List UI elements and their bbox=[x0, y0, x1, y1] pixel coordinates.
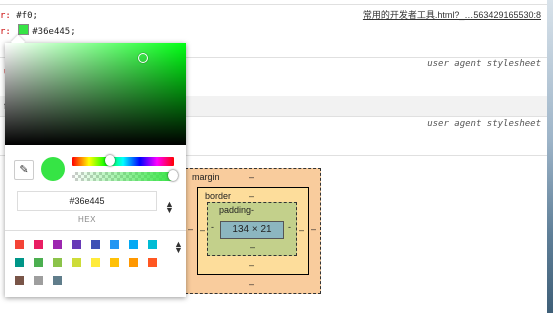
palette-swatch[interactable] bbox=[110, 258, 119, 267]
box-model-padding[interactable]: padding- – - - 134 × 21 bbox=[207, 202, 297, 256]
palette-swatch[interactable] bbox=[53, 258, 62, 267]
palette-swatch[interactable] bbox=[15, 240, 24, 249]
margin-label: margin bbox=[192, 172, 220, 182]
property-value[interactable]: #f0; bbox=[16, 11, 38, 21]
palette-swatch[interactable] bbox=[34, 240, 43, 249]
palette-swatch[interactable] bbox=[129, 240, 138, 249]
palette-swatch[interactable] bbox=[110, 240, 119, 249]
margin-bottom-value[interactable]: – bbox=[249, 279, 254, 289]
palette-swatch[interactable] bbox=[72, 240, 81, 249]
user-agent-stylesheet-label: user agent stylesheet bbox=[427, 119, 541, 129]
up-down-arrows-icon[interactable]: ▲ ▼ bbox=[165, 200, 174, 215]
divider bbox=[5, 230, 186, 231]
box-model-margin[interactable]: margin – – – – border – – – – padding- –… bbox=[185, 168, 321, 294]
padding-right-value[interactable]: - bbox=[288, 222, 291, 232]
palette-swatch[interactable] bbox=[34, 276, 43, 285]
border-bottom-value[interactable]: – bbox=[249, 260, 254, 270]
padding-bottom-value[interactable]: – bbox=[250, 242, 255, 252]
border-label: border bbox=[205, 191, 232, 201]
color-picker-popup: ✎ #36e445 HEX ▲ ▼ ▲ ▼ bbox=[5, 34, 186, 297]
stylesheet-source-link[interactable]: 常用的开发者工具.html?_…563429165530:8 bbox=[363, 8, 541, 21]
padding-label: padding- bbox=[219, 205, 255, 215]
box-model-border[interactable]: border – – – – padding- – - - 134 × 21 bbox=[197, 187, 309, 275]
palette-swatch[interactable] bbox=[15, 258, 24, 267]
alpha-slider-thumb[interactable] bbox=[168, 170, 178, 181]
palette-swatch[interactable] bbox=[15, 276, 24, 285]
color-format-label: HEX bbox=[78, 215, 96, 224]
color-swatch[interactable] bbox=[18, 24, 30, 35]
box-model-diagram: margin – – – – border – – – – padding- –… bbox=[185, 168, 321, 294]
color-preview-swatch bbox=[41, 157, 65, 181]
palette-swatch[interactable] bbox=[34, 258, 43, 267]
property-name: r: bbox=[0, 11, 17, 21]
border-right-value[interactable]: – bbox=[299, 225, 304, 235]
margin-right-value[interactable]: – bbox=[311, 224, 316, 234]
style-property-line[interactable]: r: #f0; bbox=[0, 11, 38, 21]
color-selector-handle[interactable] bbox=[138, 53, 148, 63]
style-property-line[interactable]: r: #36e445; bbox=[0, 24, 76, 37]
property-value[interactable]: #36e445; bbox=[32, 27, 75, 37]
hex-color-input[interactable]: #36e445 bbox=[17, 191, 157, 211]
eyedropper-icon[interactable]: ✎ bbox=[14, 160, 34, 180]
divider bbox=[0, 4, 547, 5]
palette-swatch[interactable] bbox=[53, 276, 62, 285]
hue-slider-thumb[interactable] bbox=[104, 155, 115, 166]
margin-top-value[interactable]: – bbox=[249, 172, 254, 182]
up-down-arrows-icon[interactable]: ▲ ▼ bbox=[174, 240, 183, 255]
palette-swatch[interactable] bbox=[72, 258, 81, 267]
saturation-value-area[interactable] bbox=[5, 43, 186, 145]
margin-left-value[interactable]: – bbox=[188, 224, 193, 234]
palette-swatch[interactable] bbox=[129, 258, 138, 267]
palette-swatch[interactable] bbox=[91, 258, 100, 267]
alpha-slider[interactable] bbox=[72, 170, 178, 181]
property-name: r: bbox=[0, 27, 17, 37]
hue-slider[interactable] bbox=[72, 155, 174, 166]
palette-swatch[interactable] bbox=[148, 240, 157, 249]
user-agent-stylesheet-label: user agent stylesheet bbox=[427, 59, 541, 69]
padding-left-value[interactable]: - bbox=[211, 222, 214, 232]
box-model-content-size[interactable]: 134 × 21 bbox=[220, 221, 284, 239]
border-left-value[interactable]: – bbox=[200, 225, 205, 235]
palette-swatch[interactable] bbox=[91, 240, 100, 249]
palette-swatch[interactable] bbox=[148, 258, 157, 267]
window-edge-strip bbox=[547, 0, 553, 313]
palette-swatch[interactable] bbox=[53, 240, 62, 249]
border-top-value[interactable]: – bbox=[249, 191, 254, 201]
